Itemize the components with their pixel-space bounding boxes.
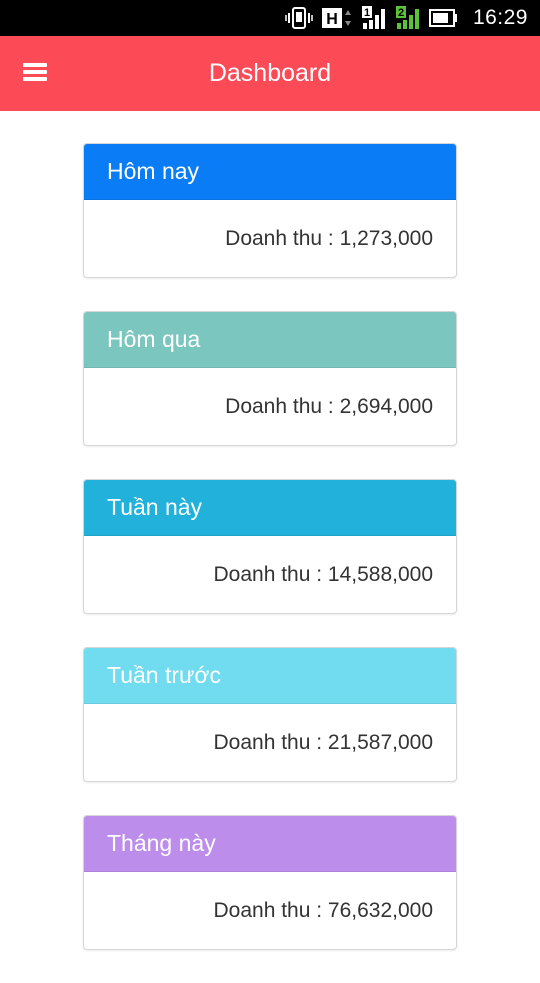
- sim1-label: 1: [364, 7, 370, 19]
- revenue-card-title: Tháng này: [84, 816, 456, 872]
- revenue-card[interactable]: Hôm nay Doanh thu : 1,273,000: [83, 143, 457, 278]
- revenue-card-value: Doanh thu : 76,632,000: [213, 899, 433, 922]
- revenue-card-title: Tuần trước: [84, 648, 456, 704]
- revenue-card[interactable]: Tháng này Doanh thu : 76,632,000: [83, 815, 457, 950]
- sim2-signal-icon: 2: [395, 5, 421, 31]
- sim1-signal-icon: 1: [361, 5, 387, 31]
- revenue-card-list: Hôm nay Doanh thu : 1,273,000 Hôm qua Doanh…: [83, 143, 457, 983]
- revenue-card-value: Doanh thu : 21,587,000: [213, 731, 433, 754]
- revenue-card-title: Tuần này: [84, 480, 456, 536]
- hspa-signal-icon: H: [321, 6, 353, 30]
- revenue-card-value: Doanh thu : 1,273,000: [225, 227, 433, 250]
- sim2-label: 2: [398, 7, 404, 19]
- battery-icon: [428, 8, 459, 28]
- revenue-card-value: Doanh thu : 14,588,000: [213, 563, 433, 586]
- revenue-card[interactable]: Tuần trước Doanh thu : 21,587,000: [83, 647, 457, 782]
- status-clock: 16:29: [472, 6, 528, 29]
- status-icons: H 1 2 16:29: [285, 0, 528, 36]
- app-bar: Dashboard: [0, 36, 540, 111]
- revenue-card[interactable]: Hôm qua Doanh thu : 2,694,000: [83, 311, 457, 446]
- revenue-card[interactable]: Tuần này Doanh thu : 14,588,000: [83, 479, 457, 614]
- vibrate-icon: [285, 7, 313, 29]
- hamburger-menu-icon[interactable]: [20, 58, 52, 90]
- status-bar: H 1 2 16:29: [0, 0, 540, 36]
- network-label: H: [326, 11, 338, 28]
- revenue-card-title: Hôm nay: [84, 144, 456, 200]
- page-title: Dashboard: [208, 59, 332, 87]
- revenue-card-value: Doanh thu : 2,694,000: [225, 395, 433, 418]
- revenue-card-title: Hôm qua: [84, 312, 456, 368]
